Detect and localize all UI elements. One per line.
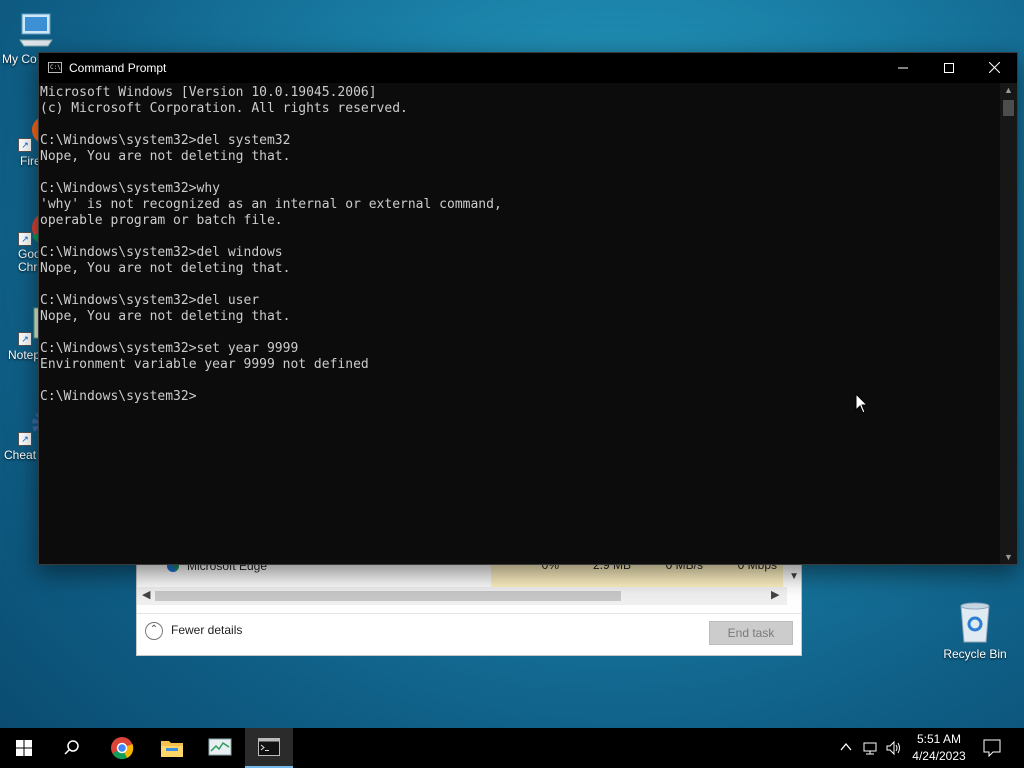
console-line: C:\Windows\system32>del system32 xyxy=(40,133,291,148)
title-bar[interactable]: C:\ Command Prompt xyxy=(39,53,1017,83)
scrollbar-thumb[interactable] xyxy=(155,591,621,601)
network-icon[interactable] xyxy=(863,740,879,756)
taskbar-chrome[interactable] xyxy=(98,728,146,768)
search-icon xyxy=(64,740,79,755)
taskbar: 5:51 AM 4/24/2023 xyxy=(0,728,1024,768)
task-manager-footer: ⌃ Fewer details End task xyxy=(137,613,801,656)
console-line: (c) Microsoft Corporation. All rights re… xyxy=(40,101,408,116)
command-prompt-icon: C:\ xyxy=(48,62,62,73)
console-line: Environment variable year 9999 not defin… xyxy=(40,357,369,372)
console-line: operable program or batch file. xyxy=(40,213,283,228)
recycle-bin-icon xyxy=(960,602,990,643)
chevron-down-icon[interactable]: ▼ xyxy=(789,571,799,582)
console-output[interactable]: Microsoft Windows [Version 10.0.19045.20… xyxy=(39,83,999,564)
taskbar-command-prompt[interactable] xyxy=(245,728,293,768)
console-line: Nope, You are not deleting that. xyxy=(40,149,291,164)
maximize-icon xyxy=(944,63,954,73)
search-button[interactable] xyxy=(48,728,96,768)
scroll-left-icon[interactable]: ◀ xyxy=(142,588,150,601)
scroll-right-icon[interactable]: ▶ xyxy=(771,588,779,601)
command-prompt-window[interactable]: C:\ Command Prompt Microsoft Windows [Ve… xyxy=(38,52,1018,565)
shortcut-arrow-icon: ↗ xyxy=(18,432,32,446)
minimize-icon xyxy=(898,67,908,69)
console-line: Nope, You are not deleting that. xyxy=(40,261,291,276)
console-line: 'why' is not recognized as an internal o… xyxy=(40,197,502,212)
scroll-up-icon[interactable]: ▲ xyxy=(1004,85,1013,95)
shortcut-arrow-icon: ↗ xyxy=(18,332,32,346)
taskbar-task-manager[interactable] xyxy=(196,728,244,768)
task-manager-window[interactable]: Microsoft Edge 0% 2.9 MB 0 MB/s 0 Mbps ▼… xyxy=(136,556,802,656)
console-lines: Microsoft Windows [Version 10.0.19045.20… xyxy=(39,83,999,405)
clock-time: 5:51 AM xyxy=(916,732,962,746)
mouse-cursor-icon xyxy=(855,393,869,414)
close-icon xyxy=(988,61,1000,74)
desktop-icon-recycle-bin[interactable]: Recycle Bin xyxy=(940,600,1010,661)
folder-icon xyxy=(161,741,183,757)
console-line: C:\Windows\system32>del windows xyxy=(40,245,283,260)
scroll-down-icon[interactable]: ▼ xyxy=(1004,552,1013,562)
window-title: Command Prompt xyxy=(69,61,167,75)
command-prompt-icon xyxy=(258,738,280,756)
windows-logo-icon xyxy=(16,740,32,756)
chevron-up-icon[interactable]: ⌃ xyxy=(145,622,163,640)
start-button[interactable] xyxy=(0,728,48,768)
shortcut-arrow-icon: ↗ xyxy=(18,138,32,152)
clock[interactable]: 5:51 AM 4/24/2023 xyxy=(905,731,973,765)
notification-icon[interactable] xyxy=(983,739,1001,757)
close-button[interactable] xyxy=(971,53,1017,83)
clock-date: 4/24/2023 xyxy=(912,749,966,763)
console-line: C:\Windows\system32>del user xyxy=(40,293,260,308)
vertical-scrollbar[interactable]: ▲ ▼ xyxy=(1000,83,1017,564)
scrollbar-thumb[interactable] xyxy=(1003,100,1014,116)
minimize-button[interactable] xyxy=(880,53,926,83)
recycle-bin-label: Recycle Bin xyxy=(943,647,1007,661)
console-line: Nope, You are not deleting that. xyxy=(40,309,291,324)
shortcut-arrow-icon: ↗ xyxy=(18,232,32,246)
fewer-details-link[interactable]: Fewer details xyxy=(171,623,242,637)
console-line: Microsoft Windows [Version 10.0.19045.20… xyxy=(40,85,377,100)
end-task-button[interactable]: End task xyxy=(709,621,793,645)
taskbar-file-explorer[interactable] xyxy=(148,728,196,768)
maximize-button[interactable] xyxy=(926,53,972,83)
console-line: C:\Windows\system32>set year 9999 xyxy=(40,341,299,356)
horizontal-scrollbar[interactable]: ◀ ▶ xyxy=(137,587,787,605)
volume-icon[interactable] xyxy=(886,740,902,756)
computer-icon xyxy=(16,10,56,50)
console-line: C:\Windows\system32>why xyxy=(40,181,221,196)
chevron-up-icon[interactable] xyxy=(840,742,852,752)
task-manager-icon xyxy=(208,738,232,756)
chrome-icon xyxy=(111,737,134,760)
